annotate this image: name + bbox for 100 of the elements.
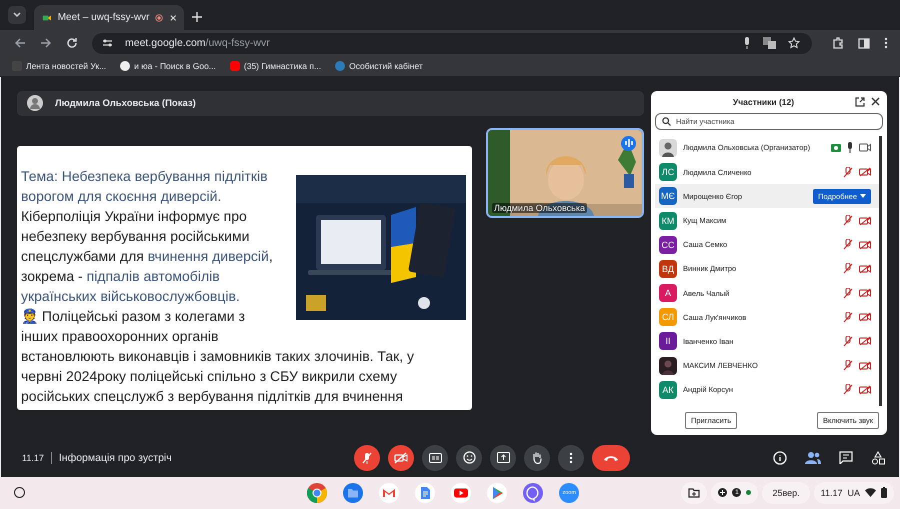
initials-avatar: КМ: [659, 212, 677, 230]
muted-microphone-icon[interactable]: [843, 215, 853, 226]
microphone-off-icon: [361, 452, 374, 464]
slide-text: Кіберполіція України інформує про небезпеку вербування російськими спецслужбами для вчинення диверсій, зокрема - підпалів автомобілів українських військовослужбовців.: [21, 206, 274, 306]
bookmark[interactable]: Лента новостей Ук...: [12, 61, 106, 72]
slide-text: Тема: Небезпека вербування підлітків ворогом для скоєння диверсій.: [21, 166, 269, 206]
initials-avatar: ВД: [659, 260, 677, 278]
camera-off-icon[interactable]: [859, 240, 871, 250]
battery-icon: [881, 487, 888, 498]
meeting-time: 11.17: [22, 452, 44, 463]
status-area[interactable]: 11.17 UA: [814, 482, 894, 504]
initials-avatar: ЛС: [659, 163, 677, 182]
language-label: UA: [848, 488, 860, 498]
launcher-button[interactable]: [14, 487, 25, 498]
url-text: meet.google.com/uwq-fssy-wvr: [125, 37, 270, 50]
raise-hand-button[interactable]: [524, 444, 550, 471]
browser-tab[interactable]: Meet – uwq-fssy-wvr: [34, 5, 184, 30]
hand-icon: [531, 451, 544, 464]
captions-button[interactable]: [422, 444, 448, 471]
panel-title: Участники (12): [732, 96, 796, 107]
initials-avatar: ІІ: [659, 332, 677, 350]
folder-plus-icon: [688, 488, 700, 498]
chat-icon[interactable]: [839, 451, 853, 464]
initials-avatar: СС: [659, 236, 677, 254]
leave-call-button[interactable]: [592, 444, 630, 471]
muted-microphone-icon[interactable]: [843, 384, 853, 396]
new-tab-icon[interactable]: [192, 12, 202, 22]
smiley-icon: [462, 451, 476, 464]
chrome-icon[interactable]: [307, 482, 328, 503]
bookmark[interactable]: и юа - Поиск в Goo...: [120, 61, 216, 72]
meeting-info-link[interactable]: Інформація про зустріч: [58, 452, 172, 464]
avatar-icon: [27, 95, 43, 112]
muted-microphone-icon[interactable]: [843, 336, 853, 347]
extensions-icon[interactable]: [832, 37, 844, 50]
more-options-button[interactable]: [558, 444, 584, 471]
activities-icon[interactable]: [871, 450, 885, 465]
camera-off-icon[interactable]: [859, 264, 871, 274]
video-player-icon[interactable]: [451, 482, 472, 503]
pop-out-icon[interactable]: [855, 96, 865, 107]
holding-space-button[interactable]: [681, 482, 708, 504]
close-icon[interactable]: [871, 97, 880, 106]
side-panel-icon[interactable]: [858, 38, 870, 49]
present-button[interactable]: [490, 444, 516, 471]
star-icon[interactable]: [788, 37, 800, 50]
tab-search-button[interactable]: [8, 6, 26, 24]
camera-icon[interactable]: [859, 143, 871, 152]
initials-avatar: МЄ: [659, 187, 677, 206]
camera-off-icon[interactable]: [859, 167, 871, 178]
host-badge-icon: [831, 144, 841, 152]
camera-off-icon[interactable]: [859, 336, 871, 346]
tab-title: Meet – uwq-fssy-wvr: [58, 12, 150, 24]
address-bar[interactable]: meet.google.com/uwq-fssy-wvr: [92, 32, 812, 54]
camera-off-icon[interactable]: [859, 312, 871, 322]
site-settings-icon: [102, 38, 113, 48]
muted-microphone-icon[interactable]: [843, 312, 853, 323]
muted-microphone-icon[interactable]: [843, 288, 853, 299]
captions-icon: [428, 452, 442, 463]
slide-text: встановлюють виконавців і замовників таких злочинів. Так, у червні 2024року поліцейські спільно з СБУ викрили схему російських спецслужб з вербування підлітків для вчинення: [21, 346, 416, 406]
people-icon[interactable]: [805, 451, 821, 464]
camera-off-icon[interactable]: [859, 216, 871, 226]
document-icon[interactable]: [415, 482, 436, 503]
muted-microphone-icon[interactable]: [843, 263, 853, 274]
date-label[interactable]: 25вер.: [762, 482, 810, 504]
muted-microphone-icon[interactable]: [843, 360, 853, 372]
plus-icon: [718, 488, 728, 498]
muted-microphone-icon[interactable]: [843, 166, 853, 178]
initials-avatar: АК: [659, 380, 677, 399]
presenter-label: Людмила Ольховська (Показ): [55, 98, 196, 109]
camera-off-icon: [394, 452, 408, 464]
microphone-icon[interactable]: [743, 37, 751, 50]
info-icon[interactable]: [773, 450, 787, 465]
bookmark[interactable]: (35) Гимнастика п...: [230, 61, 322, 72]
participant-name: Людмила Ольховська: [492, 202, 587, 213]
more-icon: [569, 452, 574, 464]
caret-icon: [860, 194, 866, 198]
forward-icon[interactable]: [40, 37, 52, 50]
initials-avatar: А: [659, 284, 677, 302]
back-icon[interactable]: [14, 37, 26, 50]
reload-icon[interactable]: [66, 37, 78, 50]
muted-microphone-icon[interactable]: [843, 239, 853, 250]
emoji-button[interactable]: [456, 444, 482, 471]
camera-off-icon[interactable]: [859, 288, 871, 298]
camera-off-icon[interactable]: [859, 384, 871, 395]
microphone-icon[interactable]: [847, 142, 853, 154]
microphone-toggle[interactable]: [354, 444, 380, 471]
bookmark[interactable]: Особистий кабінет: [335, 61, 423, 72]
wifi-icon: [865, 488, 876, 498]
phone-chat-icon[interactable]: [523, 482, 544, 503]
search-icon: [662, 116, 671, 126]
phone-icon: [603, 454, 620, 462]
camera-off-icon[interactable]: [859, 360, 871, 371]
translate-icon[interactable]: [763, 37, 776, 50]
folder-icon[interactable]: [343, 482, 364, 503]
camera-toggle[interactable]: [388, 444, 414, 471]
initials-avatar: СЛ: [659, 308, 677, 326]
clock-label: 11.17: [820, 488, 842, 498]
mail-icon[interactable]: [379, 482, 400, 503]
play-store-icon[interactable]: [487, 482, 508, 503]
present-icon: [496, 452, 510, 464]
more-icon[interactable]: [884, 37, 888, 50]
